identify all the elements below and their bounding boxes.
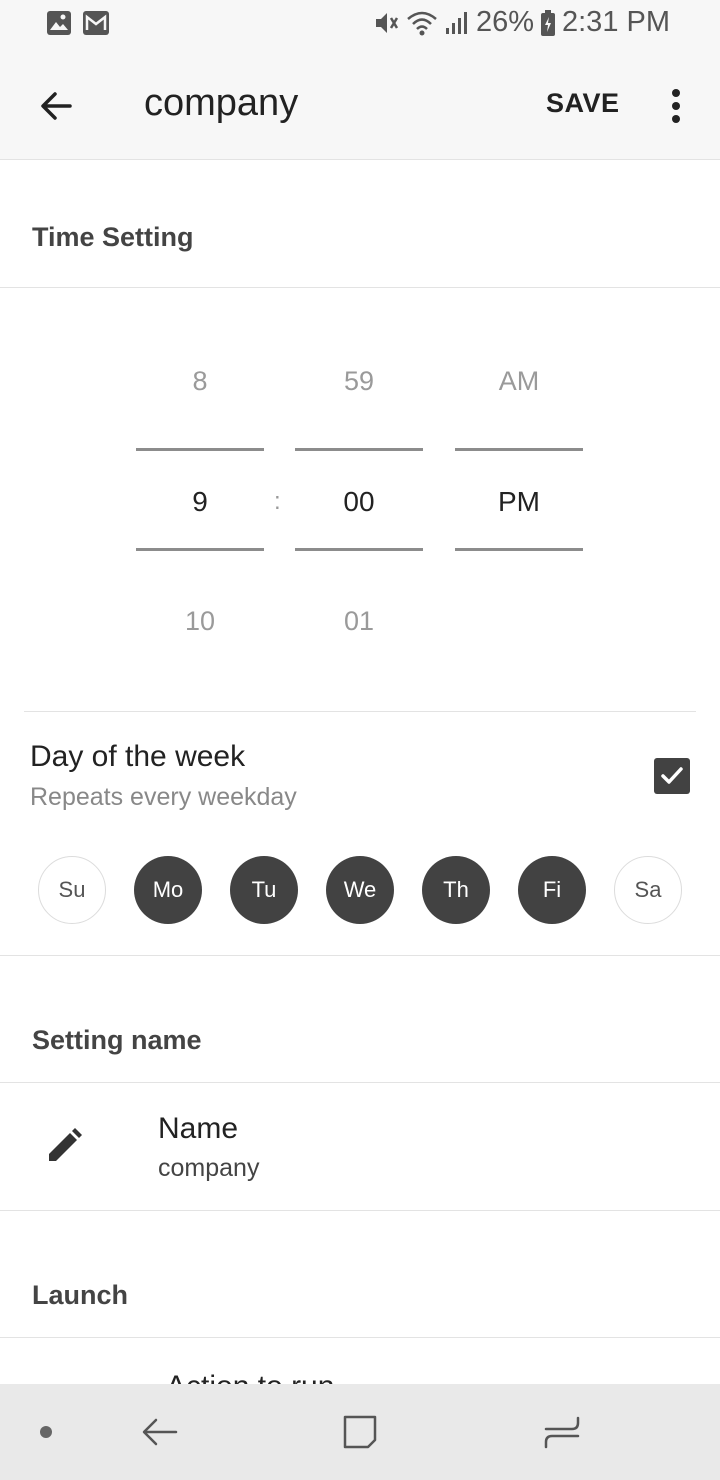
nav-home-icon[interactable] [340, 1412, 380, 1452]
divider [24, 711, 696, 712]
gmail-icon [83, 11, 109, 35]
hour-prev[interactable]: 8 [136, 366, 264, 397]
picker-line [136, 548, 264, 551]
day-of-week-title: Day of the week [30, 740, 246, 773]
wifi-icon [407, 11, 437, 35]
hour-value[interactable]: 9 [136, 486, 264, 518]
divider [0, 1082, 720, 1083]
mute-icon [375, 12, 399, 33]
setting-name-header: Setting name [32, 1025, 202, 1055]
arrow-back-icon [41, 92, 72, 120]
meridiem-prev[interactable]: AM [455, 366, 583, 397]
back-button[interactable] [30, 80, 82, 132]
day-toggle-monday[interactable]: Mo [134, 856, 202, 924]
minute-next[interactable]: 01 [295, 606, 423, 637]
minute-value[interactable]: 00 [295, 486, 423, 518]
battery-percent: 26% [475, 6, 534, 38]
picker-line [455, 448, 583, 451]
more-vert-icon [672, 89, 680, 97]
nav-dot-icon [40, 1426, 52, 1438]
divider [0, 955, 720, 956]
time-setting-header: Time Setting [32, 222, 194, 252]
page-title: company [144, 82, 299, 124]
launch-header: Launch [32, 1280, 129, 1310]
nav-back-icon[interactable] [140, 1412, 180, 1452]
divider [0, 1210, 720, 1211]
nav-recents-icon[interactable] [542, 1412, 582, 1452]
day-toggle-wednesday[interactable]: We [326, 856, 394, 924]
day-toggle-tuesday[interactable]: Tu [230, 856, 298, 924]
day-toggle-thursday[interactable]: Th [422, 856, 490, 924]
save-button[interactable]: SAVE [546, 88, 620, 119]
divider [0, 1337, 720, 1338]
picker-line [295, 448, 423, 451]
hour-next[interactable]: 10 [136, 606, 264, 637]
status-bar: 26% 2:31 PM [0, 0, 720, 50]
day-toggle-friday[interactable]: Fi [518, 856, 586, 924]
repeat-checkbox[interactable] [654, 758, 690, 794]
picker-line [295, 548, 423, 551]
name-label: Name [158, 1112, 239, 1145]
meridiem-value[interactable]: PM [455, 486, 583, 518]
picker-line [136, 448, 264, 451]
time-separator: : [274, 488, 281, 515]
system-nav-bar [0, 1384, 720, 1480]
edit-pencil-icon [49, 1128, 82, 1161]
signal-icon [445, 11, 467, 34]
battery-charging-icon [541, 9, 555, 36]
clock: 2:31 PM [562, 6, 670, 38]
divider [0, 287, 720, 288]
picker-line [455, 548, 583, 551]
check-icon [661, 767, 683, 784]
day-toggle-saturday[interactable]: Sa [614, 856, 682, 924]
app-bar: company SAVE [0, 50, 720, 160]
name-value: company [158, 1154, 260, 1182]
minute-prev[interactable]: 59 [295, 366, 423, 397]
day-toggle-sunday[interactable]: Su [38, 856, 106, 924]
more-options-button[interactable] [662, 80, 690, 132]
image-icon [47, 11, 71, 35]
day-of-week-subtitle: Repeats every weekday [30, 783, 297, 811]
